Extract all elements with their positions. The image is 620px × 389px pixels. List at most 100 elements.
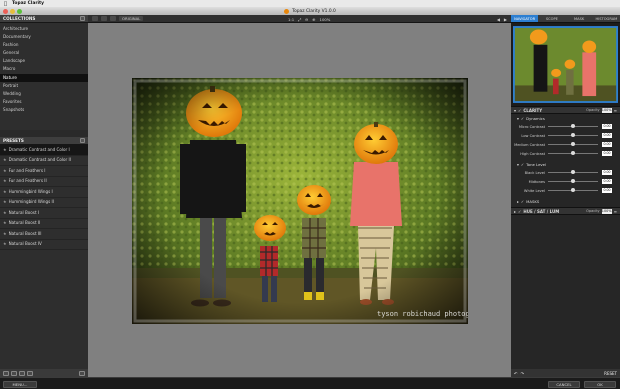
tab-scope[interactable]: SCOPE xyxy=(538,15,565,22)
slider-value-field[interactable]: 0.00 xyxy=(602,170,612,175)
redo-icon[interactable]: ↷ xyxy=(521,371,525,376)
hsl-opacity-field[interactable]: 100% xyxy=(601,208,612,214)
masks-subsection[interactable]: ▸ ✓ MASKS xyxy=(511,197,620,205)
add-preset-icon[interactable] xyxy=(3,370,9,376)
collection-item[interactable]: Nature xyxy=(0,73,88,82)
presets-options-button[interactable] xyxy=(80,138,85,143)
app-menu[interactable]: Topaz Clarity xyxy=(12,1,44,6)
reset-button[interactable]: RESET xyxy=(604,371,617,376)
tone-subsection[interactable]: ▾ ✓ Tone Level xyxy=(511,160,620,168)
slider-track[interactable] xyxy=(548,170,598,174)
tab-mask[interactable]: MASK xyxy=(566,15,593,22)
preset-item[interactable]: ★ Fur and Feathers I xyxy=(0,166,88,177)
collection-item[interactable]: Documentary xyxy=(0,33,88,41)
slider-knob[interactable] xyxy=(571,179,575,183)
slider-value-field[interactable]: 0.00 xyxy=(602,124,612,129)
collection-item[interactable]: Portrait xyxy=(0,82,88,90)
preset-item[interactable]: ★ Hummingbird Wings I xyxy=(0,187,88,198)
fit-icon[interactable]: 1:1 xyxy=(288,17,294,22)
zoom-out-icon[interactable]: ⊖ xyxy=(305,17,308,22)
next-image-icon[interactable]: ▶ xyxy=(504,17,507,22)
fullscreen-icon[interactable]: ⤢ xyxy=(298,17,301,22)
hsl-checkbox[interactable]: ✓ xyxy=(518,209,521,214)
collapse-icon[interactable]: ▾ xyxy=(514,108,516,113)
slider-track[interactable] xyxy=(548,124,598,128)
preset-item[interactable]: ★ Natural Boost I xyxy=(0,208,88,219)
collection-item[interactable]: Landscape xyxy=(0,57,88,65)
slider-track[interactable] xyxy=(548,179,598,183)
menu-button[interactable]: MENU... xyxy=(3,381,37,388)
preset-item[interactable]: ★ Natural Boost III xyxy=(0,229,88,240)
star-icon[interactable]: ★ xyxy=(3,218,7,229)
slider-value-field[interactable]: 0.00 xyxy=(602,151,612,156)
preset-item[interactable]: ★ Natural Boost II xyxy=(0,218,88,229)
clarity-opacity-field[interactable]: 100% xyxy=(601,107,612,113)
star-icon[interactable]: ★ xyxy=(3,239,7,250)
star-icon[interactable]: ★ xyxy=(3,176,7,187)
navigator-thumbnail[interactable] xyxy=(513,25,618,104)
close-window-button[interactable] xyxy=(3,8,8,14)
hsl-section-header[interactable]: ▸ ✓ HUE / SAT / LUM Opacity 100% ≡ xyxy=(511,207,620,215)
hand-tool-icon[interactable] xyxy=(92,16,98,21)
dynamics-collapse-icon[interactable]: ▾ xyxy=(517,116,519,121)
preview-image[interactable]: tyson robichaud photography xyxy=(132,78,468,324)
slider-track[interactable] xyxy=(548,188,598,192)
original-button[interactable]: ORIGINAL xyxy=(119,16,144,21)
dynamics-subsection[interactable]: ▾ ✓ Dynamics xyxy=(511,114,620,122)
tab-histogram[interactable]: HISTOGRAM xyxy=(593,15,620,22)
slider-knob[interactable] xyxy=(571,142,575,146)
preset-settings-icon[interactable] xyxy=(79,370,85,376)
slider-value-field[interactable]: 0.00 xyxy=(602,188,612,193)
zoom-in-icon[interactable]: ⊕ xyxy=(312,17,315,22)
enable-checkbox[interactable]: ✓ xyxy=(518,108,521,113)
collection-item[interactable]: Fashion xyxy=(0,41,88,49)
star-icon[interactable]: ★ xyxy=(3,208,7,219)
slider-value-field[interactable]: 0.00 xyxy=(602,142,612,147)
split-view-icon[interactable] xyxy=(101,16,107,21)
collections-options-button[interactable] xyxy=(80,16,85,21)
slider-value-field[interactable]: 0.00 xyxy=(602,179,612,184)
slider-knob[interactable] xyxy=(571,170,575,174)
slider-knob[interactable] xyxy=(571,133,575,137)
previous-image-icon[interactable]: ◀ xyxy=(497,17,500,22)
slider-knob[interactable] xyxy=(571,188,575,192)
slider-knob[interactable] xyxy=(571,151,575,155)
apple-icon[interactable]:  xyxy=(4,1,7,7)
ok-button[interactable]: OK xyxy=(584,381,616,388)
preset-item[interactable]: ★ Dramatic Contrast and Color I xyxy=(0,145,88,156)
collection-item[interactable]: Macro xyxy=(0,65,88,73)
star-icon[interactable]: ★ xyxy=(3,166,7,177)
tone-collapse-icon[interactable]: ▾ xyxy=(517,162,519,167)
star-icon[interactable]: ★ xyxy=(3,187,7,198)
slider-track[interactable] xyxy=(548,142,598,146)
clarity-menu-icon[interactable]: ≡ xyxy=(614,108,617,113)
hsl-expand-icon[interactable]: ▸ xyxy=(514,209,516,214)
star-icon[interactable]: ★ xyxy=(3,155,7,166)
dynamics-checkbox[interactable]: ✓ xyxy=(521,116,524,121)
slider-track[interactable] xyxy=(548,151,598,155)
collection-item[interactable]: Favorites xyxy=(0,98,88,106)
star-icon[interactable]: ★ xyxy=(3,145,7,156)
slider-knob[interactable] xyxy=(571,124,575,128)
tone-checkbox[interactable]: ✓ xyxy=(521,162,524,167)
preset-item[interactable]: ★ Hummingbird Wings II xyxy=(0,198,88,208)
slider-track[interactable] xyxy=(548,133,598,137)
star-icon[interactable]: ★ xyxy=(3,229,7,240)
preset-item[interactable]: ★ Dramatic Contrast and Color II xyxy=(0,155,88,166)
side-by-side-icon[interactable] xyxy=(110,16,116,21)
undo-icon[interactable]: ↶ xyxy=(514,371,518,376)
export-preset-icon[interactable] xyxy=(27,370,33,376)
preset-item[interactable]: ★ Natural Boost IV xyxy=(0,239,88,250)
slider-value-field[interactable]: 0.00 xyxy=(602,133,612,138)
collection-item[interactable]: Snapshots xyxy=(0,106,88,114)
masks-expand-icon[interactable]: ▸ xyxy=(517,199,519,204)
preset-item[interactable]: ★ Fur and Feathers II xyxy=(0,176,88,187)
collection-item[interactable]: Architecture xyxy=(0,25,88,33)
collection-item[interactable]: General xyxy=(0,49,88,57)
cancel-button[interactable]: CANCEL xyxy=(548,381,580,388)
tab-navigator[interactable]: NAVIGATOR xyxy=(511,15,539,22)
minimize-window-button[interactable] xyxy=(10,8,15,14)
hsl-menu-icon[interactable]: ≡ xyxy=(614,209,617,214)
zoom-window-button[interactable] xyxy=(17,8,22,14)
clarity-section-header[interactable]: ▾ ✓ CLARITY Opacity 100% ≡ xyxy=(511,106,620,114)
